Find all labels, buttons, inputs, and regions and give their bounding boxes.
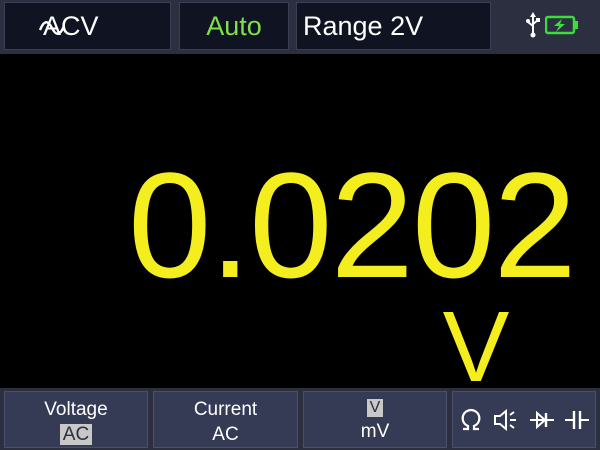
- status-icons: [525, 12, 585, 40]
- auto-range-indicator[interactable]: Auto: [179, 2, 289, 50]
- current-softkey-label: Current: [193, 399, 258, 420]
- function-softkey[interactable]: [452, 391, 596, 448]
- voltage-softkey-label: Voltage: [44, 399, 108, 420]
- current-softkey-value: AC: [212, 424, 239, 445]
- voltage-softkey-value: AC: [59, 424, 93, 445]
- range-unit-option: mV: [360, 421, 390, 442]
- range-unit-softkey[interactable]: V mV: [303, 391, 447, 448]
- measurement-unit: V: [442, 291, 510, 403]
- mode-indicator[interactable]: ACV: [4, 2, 171, 50]
- ac-wave-icon: [38, 21, 66, 35]
- range-label: Range 2V: [303, 10, 424, 41]
- range-indicator[interactable]: Range 2V: [296, 2, 491, 50]
- battery-charging-icon: [545, 15, 578, 35]
- measurement-reading: 0.0202: [128, 141, 577, 309]
- continuity-buzzer-icon[interactable]: [492, 405, 520, 435]
- ohm-icon[interactable]: [457, 405, 485, 435]
- voltage-softkey[interactable]: Voltage AC: [4, 391, 148, 448]
- softkey-bar: Voltage AC Current AC V mV: [0, 388, 600, 450]
- usb-icon: [526, 12, 540, 38]
- auto-label: Auto: [206, 10, 262, 41]
- current-softkey[interactable]: Current AC: [153, 391, 298, 448]
- capacitor-icon[interactable]: [563, 405, 591, 435]
- diode-icon[interactable]: [528, 405, 556, 435]
- range-unit-selected: V: [366, 399, 384, 417]
- status-bar: ACV Auto Range 2V: [0, 0, 600, 54]
